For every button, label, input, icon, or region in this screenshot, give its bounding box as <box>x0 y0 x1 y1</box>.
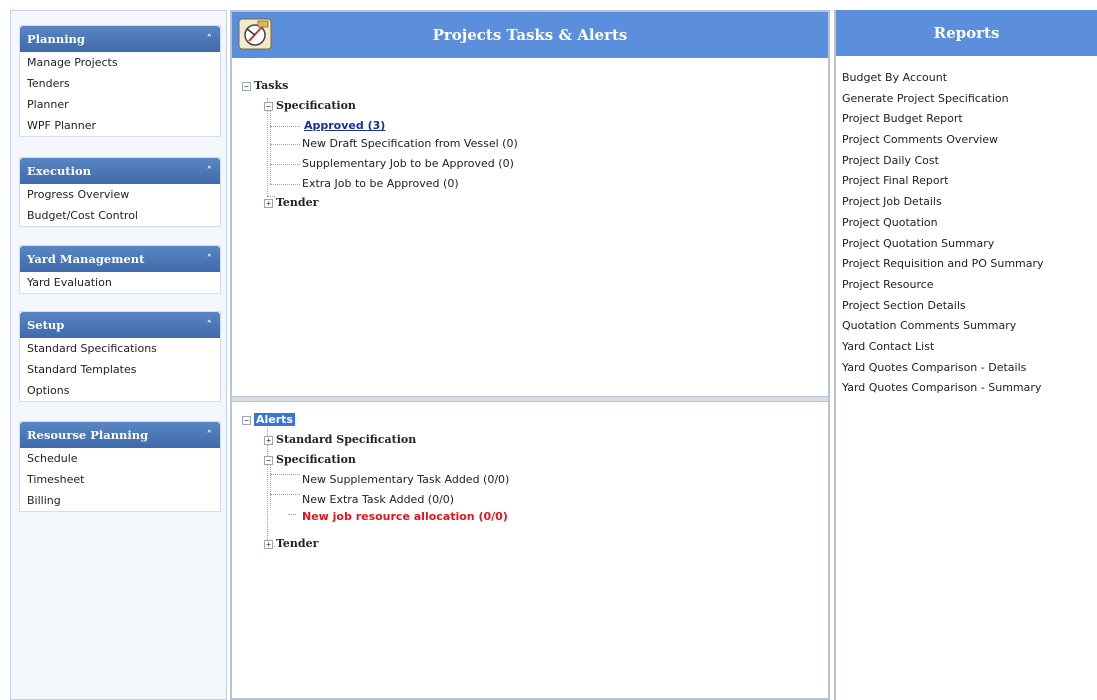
tasks-tree: − Tasks − Specification Approved (3) New D… <box>232 60 828 396</box>
tree-node-tender[interactable]: + Tender <box>264 195 318 211</box>
nav-item-standard-specifications[interactable]: Standard Specifications <box>20 338 220 359</box>
chevron-up-icon[interactable]: ˄ <box>207 253 213 266</box>
nav-item-options[interactable]: Options <box>20 380 220 401</box>
expand-toggle-icon[interactable]: + <box>264 435 273 445</box>
group-setup: Setup ˄ Standard Specifications Standard… <box>19 311 221 402</box>
tasks-alerts-panel: Projects Tasks & Alerts − Tasks − Specific… <box>230 10 830 700</box>
report-link-yard-quotes-comparison-details[interactable]: Yard Quotes Comparison - Details <box>842 358 1092 379</box>
panel-title: Projects Tasks & Alerts <box>432 26 628 44</box>
reports-panel: Reports Budget By Account Generate Proje… <box>834 10 1097 700</box>
alert-new-job-resource-allocation[interactable]: New job resource allocation (0/0) <box>302 509 508 525</box>
tree-node-alert-tender[interactable]: + Tender <box>264 536 318 552</box>
report-link-project-resource[interactable]: Project Resource <box>842 275 1092 296</box>
report-link-project-daily-cost[interactable]: Project Daily Cost <box>842 151 1092 172</box>
group-planning: Planning ˄ Manage Projects Tenders Plann… <box>19 25 221 137</box>
collapse-toggle-icon[interactable]: − <box>264 455 273 465</box>
navigation-sidebar: Planning ˄ Manage Projects Tenders Plann… <box>10 10 227 700</box>
group-title: Yard Management <box>27 252 145 266</box>
expand-toggle-icon[interactable]: + <box>264 198 273 208</box>
report-link-project-requisition-po-summary[interactable]: Project Requisition and PO Summary <box>842 254 1092 275</box>
report-link-generate-project-specification[interactable]: Generate Project Specification <box>842 89 1092 110</box>
chevron-up-icon[interactable]: ˄ <box>207 319 213 332</box>
report-link-project-quotation-summary[interactable]: Project Quotation Summary <box>842 234 1092 255</box>
tree-node-standard-specification[interactable]: + Standard Specification <box>264 432 416 448</box>
chevron-up-icon[interactable]: ˄ <box>207 33 213 46</box>
task-approved-link[interactable]: Approved (3) <box>304 118 385 134</box>
group-header-planning[interactable]: Planning ˄ <box>20 26 220 52</box>
nav-item-billing[interactable]: Billing <box>20 490 220 511</box>
reports-title: Reports <box>933 24 1000 42</box>
report-link-project-comments-overview[interactable]: Project Comments Overview <box>842 130 1092 151</box>
nav-item-standard-templates[interactable]: Standard Templates <box>20 359 220 380</box>
expand-toggle-icon[interactable]: + <box>264 539 273 549</box>
nav-item-progress-overview[interactable]: Progress Overview <box>20 184 220 205</box>
group-title: Setup <box>27 318 65 332</box>
report-link-budget-by-account[interactable]: Budget By Account <box>842 68 1092 89</box>
nav-item-planner[interactable]: Planner <box>20 94 220 115</box>
task-supplementary-job[interactable]: Supplementary Job to be Approved (0) <box>302 156 514 172</box>
report-link-project-budget-report[interactable]: Project Budget Report <box>842 109 1092 130</box>
chevron-up-icon[interactable]: ˄ <box>207 429 213 442</box>
group-header-execution[interactable]: Execution ˄ <box>20 158 220 184</box>
report-link-project-job-details[interactable]: Project Job Details <box>842 192 1092 213</box>
nav-item-budget-cost-control[interactable]: Budget/Cost Control <box>20 205 220 226</box>
group-header-resourse-planning[interactable]: Resourse Planning ˄ <box>20 422 220 448</box>
alerts-tree: − Alerts + Standard Specification − Specifi… <box>232 402 828 698</box>
report-link-yard-quotes-comparison-summary[interactable]: Yard Quotes Comparison - Summary <box>842 378 1092 399</box>
group-title: Planning <box>27 32 85 46</box>
group-yard-management: Yard Management ˄ Yard Evaluation <box>19 245 221 294</box>
alert-new-extra-task[interactable]: New Extra Task Added (0/0) <box>302 492 454 508</box>
nav-item-wpf-planner[interactable]: WPF Planner <box>20 115 220 136</box>
tree-node-specification[interactable]: − Specification <box>264 98 356 114</box>
reports-header: Reports <box>836 10 1097 56</box>
group-resourse-planning: Resourse Planning ˄ Schedule Timesheet B… <box>19 421 221 512</box>
report-link-project-section-details[interactable]: Project Section Details <box>842 296 1092 317</box>
panel-header: Projects Tasks & Alerts <box>232 12 828 58</box>
group-header-setup[interactable]: Setup ˄ <box>20 312 220 338</box>
group-title: Resourse Planning <box>27 428 149 442</box>
nav-item-tenders[interactable]: Tenders <box>20 73 220 94</box>
group-title: Execution <box>27 164 92 178</box>
nav-item-yard-evaluation[interactable]: Yard Evaluation <box>20 272 220 293</box>
collapse-toggle-icon[interactable]: − <box>264 101 273 111</box>
tree-node-alerts[interactable]: − Alerts <box>242 412 295 428</box>
chevron-up-icon[interactable]: ˄ <box>207 165 213 178</box>
alert-new-supplementary-task[interactable]: New Supplementary Task Added (0/0) <box>302 472 509 488</box>
report-link-yard-contact-list[interactable]: Yard Contact List <box>842 337 1092 358</box>
report-link-project-quotation[interactable]: Project Quotation <box>842 213 1092 234</box>
group-execution: Execution ˄ Progress Overview Budget/Cos… <box>19 157 221 227</box>
group-header-yard-management[interactable]: Yard Management ˄ <box>20 246 220 272</box>
nav-item-schedule[interactable]: Schedule <box>20 448 220 469</box>
task-extra-job[interactable]: Extra Job to be Approved (0) <box>302 176 459 192</box>
report-link-quotation-comments-summary[interactable]: Quotation Comments Summary <box>842 316 1092 337</box>
report-link-project-final-report[interactable]: Project Final Report <box>842 171 1092 192</box>
collapse-toggle-icon[interactable]: − <box>242 81 251 91</box>
report-list: Budget By Account Generate Project Speci… <box>842 68 1092 399</box>
nav-item-manage-projects[interactable]: Manage Projects <box>20 52 220 73</box>
compass-icon <box>238 18 272 50</box>
nav-item-timesheet[interactable]: Timesheet <box>20 469 220 490</box>
collapse-toggle-icon[interactable]: − <box>242 415 251 425</box>
tree-node-alert-specification[interactable]: − Specification <box>264 452 356 468</box>
task-new-draft-specification[interactable]: New Draft Specification from Vessel (0) <box>302 136 518 152</box>
tree-node-tasks[interactable]: − Tasks <box>242 78 288 94</box>
